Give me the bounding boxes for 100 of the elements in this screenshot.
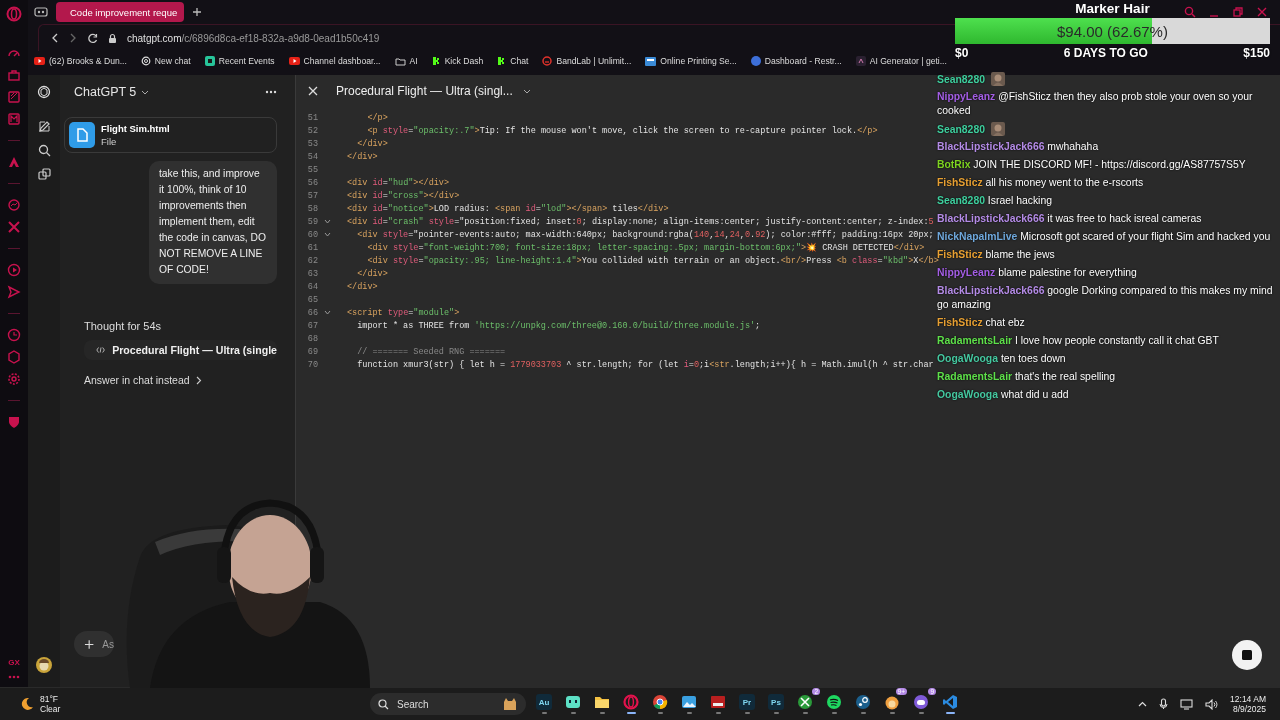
chat-message: RadamentsLair I love how people constantly call it chat GBT: [937, 334, 1219, 348]
chat-message: NippyLeanz @FishSticz then they also prob stole your oven so your cooked: [937, 90, 1254, 118]
code-line: // ======= Seeded RNG =======: [356, 346, 506, 357]
goal-title: Marker Hair: [1075, 0, 1150, 18]
mail-icon[interactable]: [7, 112, 21, 126]
bookmark[interactable]: Channel dashboar...: [288, 56, 381, 66]
cat-icon: [502, 697, 518, 711]
folder-icon[interactable]: [594, 694, 610, 710]
bookmark[interactable]: Dashboard - Restr...: [750, 56, 842, 66]
code-line: </div>: [347, 281, 378, 292]
chat-username: FishSticz: [937, 177, 983, 188]
chat-message: OogaWooga what did u add: [937, 388, 1069, 402]
chat-username: OogaWooga: [937, 353, 998, 364]
code-line: <script type="module">: [347, 307, 460, 318]
chat-bubble-icon[interactable]: [7, 198, 21, 212]
stop-button[interactable]: [1232, 640, 1262, 670]
chat-username: Sean8280: [937, 73, 985, 85]
address-field[interactable]: chatgpt.com/c/6896d8ca-ef18-832a-a9d8-0ead1b50c419: [127, 32, 380, 44]
chat-username: NickNapalmLive: [937, 231, 1018, 242]
x-icon[interactable]: [7, 220, 21, 234]
back-icon[interactable]: [51, 33, 59, 43]
triangle-logo-icon[interactable]: [7, 155, 21, 169]
photos-icon[interactable]: [681, 694, 697, 710]
code-line: <div style="font-weight:700; font-size:18px; letter-spacing:.5px; margin-bottom:6px;">💥 CRASH DETECTED</div>: [366, 242, 925, 253]
chevron-up-icon[interactable]: [1138, 701, 1148, 707]
chat-message: BlackLipstickJack666 google Dorking compared to this makes my mind go amazing: [937, 284, 1274, 312]
thought-label[interactable]: Thought for 54s: [84, 320, 277, 332]
weather-condition: Clear: [40, 704, 61, 714]
k-logo-icon: [497, 56, 507, 66]
chevron-right-icon: [195, 375, 202, 385]
forward-icon[interactable]: [69, 33, 77, 43]
fold-icon[interactable]: [324, 219, 331, 224]
chrome-logo-icon[interactable]: [652, 694, 668, 710]
plus-icon[interactable]: [84, 638, 95, 650]
canvas-chip[interactable]: Procedural Flight — Ultra (single: [84, 340, 277, 360]
chat-username: FishSticz: [937, 249, 983, 260]
video-icon: [288, 57, 300, 65]
restore-icon[interactable]: [1232, 6, 1244, 18]
canvas-title[interactable]: Procedural Flight — Ultra (singl...: [336, 84, 531, 98]
opera-logo-icon[interactable]: [623, 694, 639, 710]
clock-icon[interactable]: [7, 328, 21, 342]
opera-logo-icon[interactable]: [6, 6, 22, 22]
chatgpt-logo-icon[interactable]: [37, 85, 51, 99]
play-icon[interactable]: [7, 263, 21, 277]
bookmark[interactable]: AI Generator | geti...: [855, 56, 947, 66]
bag-icon[interactable]: [7, 68, 21, 82]
chat-username: Sean8280: [937, 195, 985, 206]
answer-in-chat-link[interactable]: Answer in chat instead: [84, 374, 277, 386]
settings-icon[interactable]: [7, 372, 21, 386]
more-icon[interactable]: [265, 90, 277, 94]
chat-username: Sean8280: [937, 123, 985, 135]
file-card[interactable]: Flight Sim.html File: [64, 117, 277, 153]
fold-icon[interactable]: [324, 232, 331, 237]
speaker-icon[interactable]: [1205, 698, 1219, 710]
chat-username: NippyLeanz: [937, 91, 996, 102]
line-number: 66: [306, 307, 318, 318]
chat-username: OogaWooga: [937, 389, 998, 400]
new-chat-icon[interactable]: [37, 120, 51, 133]
bookmark[interactable]: New chat: [140, 56, 191, 66]
chat-username: FishSticz: [937, 317, 983, 328]
bookmark[interactable]: Recent Events: [204, 56, 275, 66]
message-field[interactable]: As: [74, 631, 114, 657]
reload-icon[interactable]: [87, 32, 98, 44]
app-icon[interactable]: Pr: [739, 694, 755, 710]
app-icon[interactable]: Ps: [768, 694, 784, 710]
chat-username: RadamentsLair: [937, 371, 1013, 382]
steam-logo-icon[interactable]: [855, 694, 871, 710]
goal-max: $150: [1243, 45, 1270, 62]
line-number: 63: [306, 268, 318, 279]
gamepad-icon[interactable]: [34, 7, 48, 17]
network-icon[interactable]: [1180, 698, 1194, 710]
bookmark[interactable]: Online Printing Se...: [645, 56, 737, 66]
send-icon[interactable]: [7, 285, 21, 299]
microphone-icon[interactable]: [1159, 698, 1169, 710]
chat-message: BlackLipstickJack666 it was free to hack isreal cameras: [937, 212, 1202, 226]
app-icon[interactable]: Au: [536, 694, 552, 710]
vscode-logo-icon[interactable]: [942, 694, 958, 710]
robot-icon[interactable]: [565, 694, 581, 710]
search-icon[interactable]: [37, 144, 51, 157]
search-field[interactable]: Search: [370, 693, 526, 715]
clock-time[interactable]: 12:14 AM: [1230, 694, 1266, 704]
bookmark[interactable]: (62) Brooks & Dun...: [34, 56, 127, 66]
clock-date[interactable]: 8/9/2025: [1232, 704, 1266, 714]
box-icon[interactable]: [7, 90, 21, 104]
spotify-logo-icon[interactable]: [826, 694, 842, 710]
new-tab-icon[interactable]: [192, 7, 202, 17]
cube-icon[interactable]: [7, 350, 21, 364]
bookmark[interactable]: Kick Dash: [431, 56, 484, 66]
fold-icon[interactable]: [324, 310, 331, 315]
avatar-icon[interactable]: [36, 657, 52, 673]
bookmark[interactable]: BandLab | Unlimit...: [542, 56, 632, 66]
shield-icon[interactable]: [7, 415, 21, 429]
code-line: <div style="pointer-events:auto; max-width:640px; background:rgba(140,14,24,0.92); color:#fff; padding:16px 20px;: [356, 229, 934, 240]
bookmark[interactable]: Chat: [497, 56, 529, 66]
browser-tab[interactable]: Code improvement reque: [56, 2, 184, 22]
xbox-logo-icon[interactable]: [797, 694, 813, 710]
video-icon: [34, 57, 45, 65]
bookmark[interactable]: AI: [394, 56, 418, 66]
model-selector[interactable]: ChatGPT 5: [74, 85, 150, 99]
library-icon[interactable]: [37, 168, 51, 181]
